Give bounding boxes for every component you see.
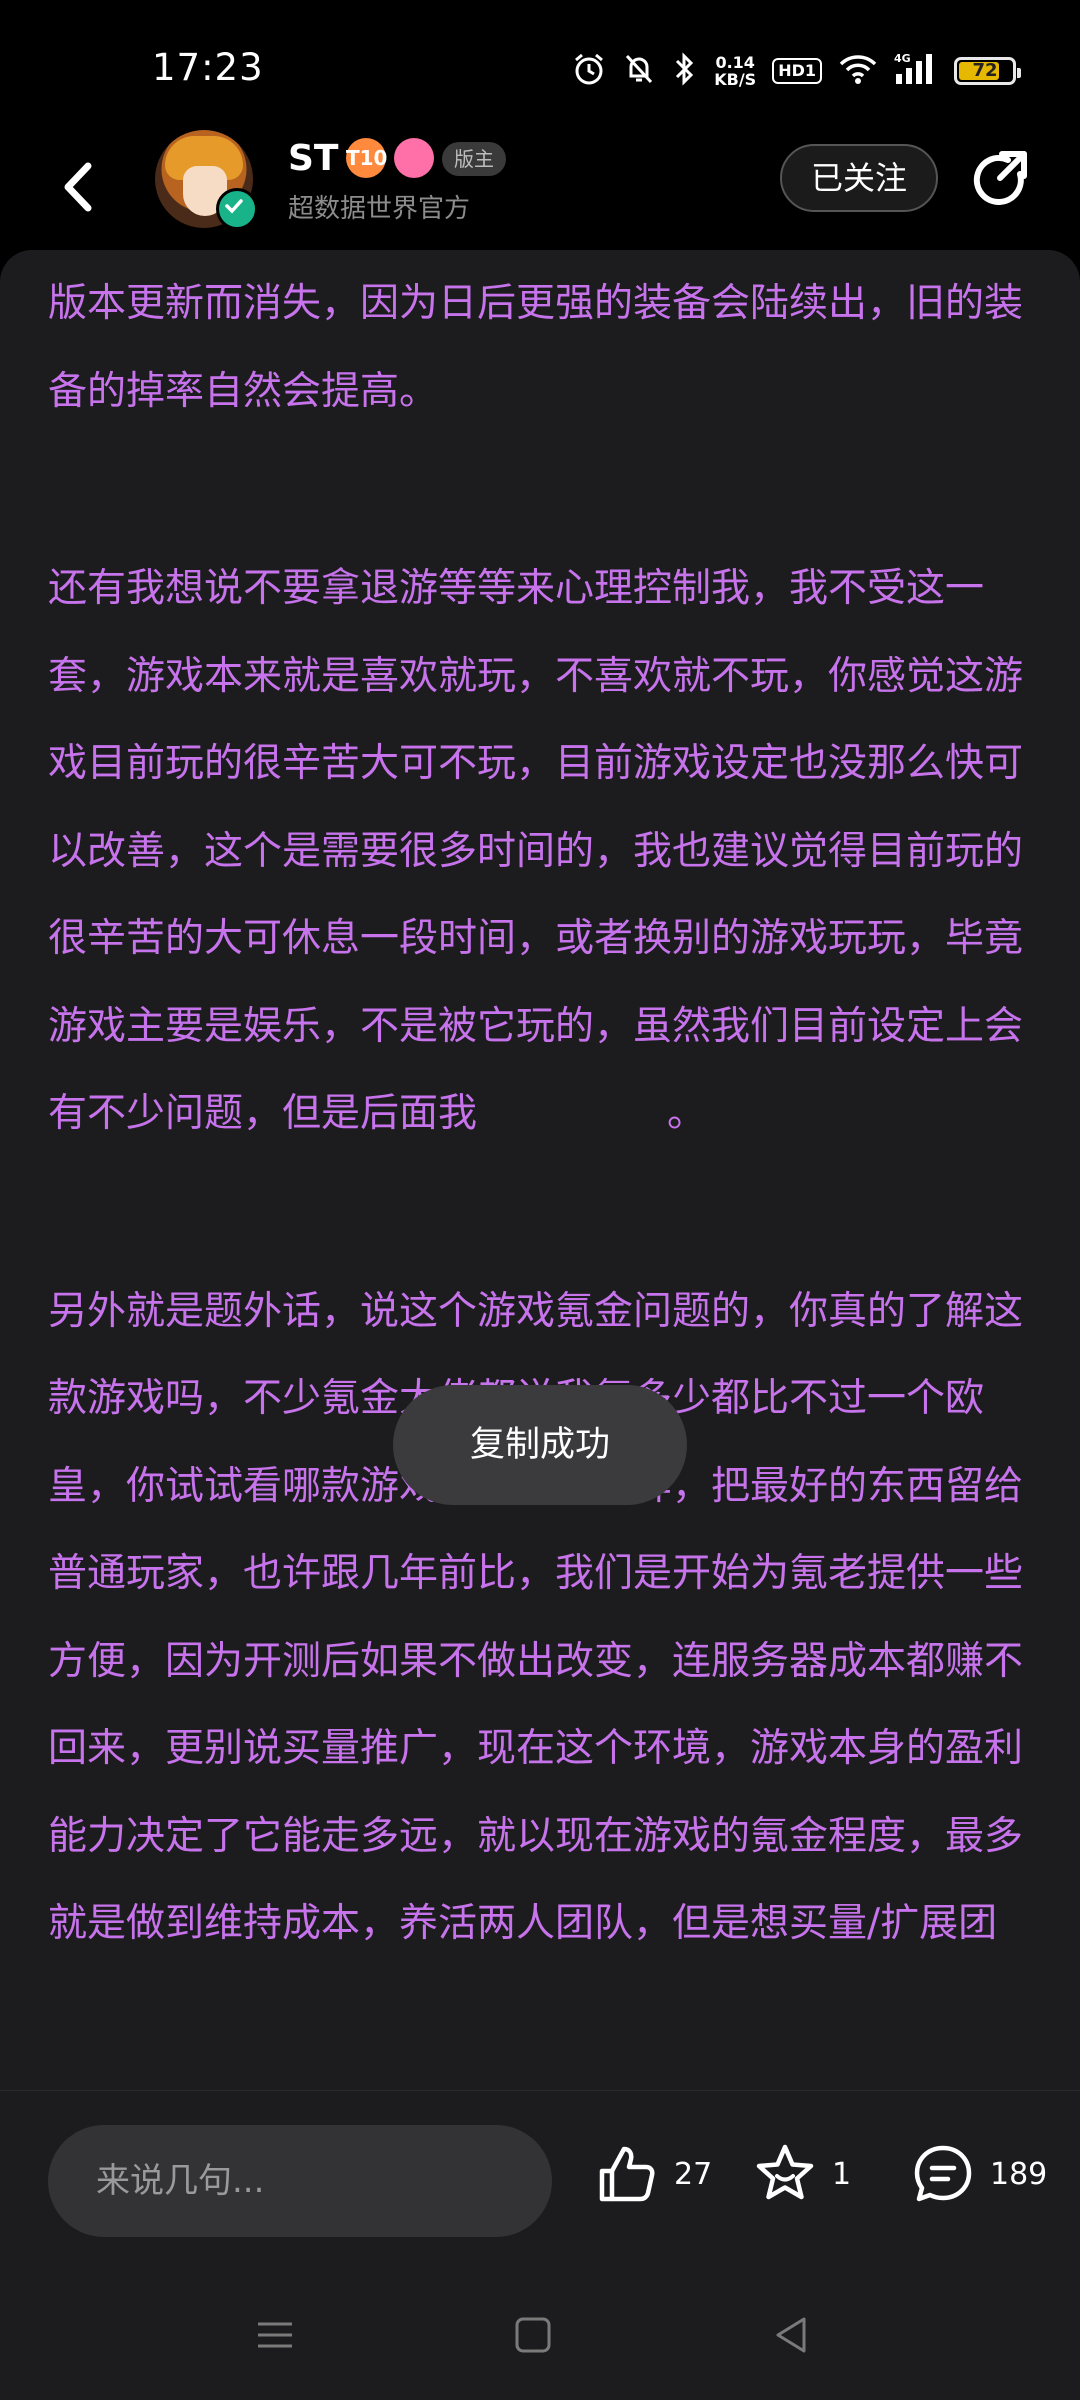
like-button[interactable]: 27 [594, 2141, 712, 2207]
menu-icon [258, 2322, 292, 2348]
comment-input[interactable]: 来说几句... [48, 2125, 552, 2237]
system-nav-bar [0, 2270, 1080, 2400]
svg-text:4G: 4G [894, 52, 911, 65]
back-nav-button[interactable] [766, 2310, 816, 2360]
like-count: 27 [674, 2156, 713, 2192]
star-icon [756, 2144, 814, 2200]
honor-badge-icon [394, 138, 434, 178]
comment-count: 189 [990, 2156, 1048, 2192]
username[interactable]: ST [288, 138, 338, 179]
share-icon [973, 151, 1027, 205]
battery-level: 72 [972, 60, 998, 81]
favorite-button[interactable]: 1 [752, 2141, 851, 2207]
home-square-icon [515, 2317, 551, 2353]
comments-button[interactable]: 189 [910, 2141, 1047, 2207]
level-badge: T10 [346, 138, 387, 178]
alarm-icon [572, 52, 606, 90]
post-header: ST T10 版主 超数据世界官方 已关注 [0, 130, 1080, 250]
back-button[interactable] [52, 152, 112, 222]
post-content[interactable]: 版本更新而消失，因为日后更强的装备会陆续出，旧的装备的掉率自然会提高。 还有我想… [0, 250, 1080, 2090]
hd-badge: HD1 [772, 58, 822, 84]
network-speed: 0.14 KB/S [714, 53, 757, 89]
mute-icon [622, 52, 656, 90]
bluetooth-icon [672, 51, 698, 91]
follow-button[interactable]: 已关注 [780, 144, 938, 212]
paragraph: 版本更新而消失，因为日后更强的装备会陆续出，旧的装备的掉率自然会提高。 [48, 281, 1024, 414]
chevron-left-icon [64, 162, 92, 212]
battery-icon: 72 [954, 57, 1021, 85]
signal-icon: 4G [894, 52, 938, 90]
verified-icon [216, 188, 258, 230]
status-icons: 0.14 KB/S HD1 4G 72 [572, 48, 1021, 94]
user-subtitle: 超数据世界官方 [288, 194, 471, 224]
status-time: 17:23 [152, 46, 264, 89]
thumbs-up-icon [599, 2146, 655, 2202]
article-body: 版本更新而消失，因为日后更强的装备会陆续出，旧的装备的掉率自然会提高。 还有我想… [48, 260, 1038, 1968]
bottom-action-bar: 来说几句... 27 1 189 [0, 2090, 1080, 2271]
wifi-icon [838, 53, 878, 89]
role-badge: 版主 [442, 142, 506, 176]
home-nav-button[interactable] [508, 2310, 558, 2360]
favorite-count: 1 [832, 2156, 852, 2192]
menu-nav-button[interactable] [250, 2310, 300, 2360]
share-button[interactable] [966, 146, 1036, 216]
status-bar: 17:23 0.14 KB/S HD1 4G 72 [0, 0, 1080, 130]
paragraph: 还有我想说不要拿退游等等来心理控制我，我不受这一套，游戏本来就是喜欢就玩，不喜欢… [48, 566, 1024, 1136]
paragraph: 另外就是题外话，说这个游戏氪金问题的，你真的了解这款游戏吗，不少氪金大佬都说我氪… [48, 1288, 1024, 1947]
back-triangle-icon [776, 2317, 806, 2353]
comment-bubble-icon [914, 2145, 972, 2202]
copy-success-toast: 复制成功 [393, 1385, 687, 1505]
